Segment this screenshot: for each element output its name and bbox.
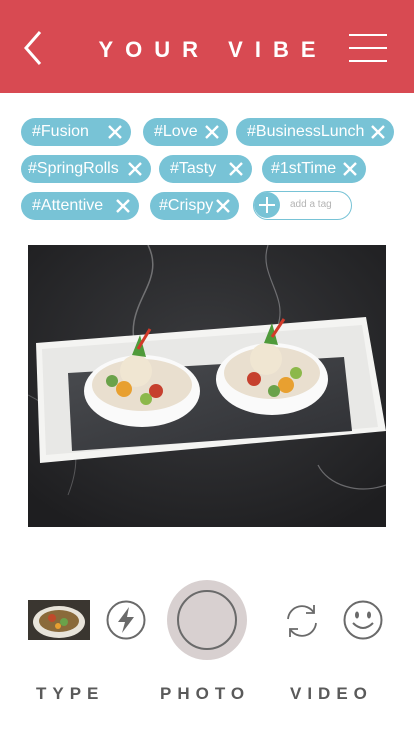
tag-chip[interactable]: #Tasty bbox=[159, 155, 252, 183]
tag-chip[interactable]: #Attentive bbox=[21, 192, 139, 220]
close-icon[interactable] bbox=[369, 123, 387, 141]
tag-label: #1stTime bbox=[271, 160, 337, 177]
tag-label: #Love bbox=[154, 123, 198, 140]
add-tag-field[interactable]: add a tag bbox=[253, 191, 352, 220]
tag-label: #SpringRolls bbox=[28, 160, 119, 177]
close-icon[interactable] bbox=[106, 123, 124, 141]
tag-label: #Fusion bbox=[32, 123, 89, 140]
close-icon[interactable] bbox=[227, 160, 245, 178]
shutter-button[interactable] bbox=[167, 580, 247, 660]
close-icon[interactable] bbox=[203, 123, 221, 141]
flash-icon bbox=[106, 600, 146, 640]
tag-label: #BusinessLunch bbox=[247, 123, 365, 140]
tag-chip[interactable]: #Love bbox=[143, 118, 228, 146]
smiley-icon bbox=[343, 600, 383, 640]
emoji-button[interactable] bbox=[342, 599, 384, 641]
tag-chip[interactable]: #1stTime bbox=[262, 155, 366, 183]
tag-label: #Attentive bbox=[32, 197, 104, 214]
food-photo bbox=[28, 245, 386, 527]
mode-photo[interactable]: PHOTO bbox=[160, 684, 250, 704]
shutter-ring bbox=[177, 590, 237, 650]
tag-label: #Crispy bbox=[159, 197, 214, 214]
close-icon[interactable] bbox=[214, 197, 232, 215]
gallery-thumbnail-image bbox=[28, 600, 90, 640]
close-icon[interactable] bbox=[114, 197, 132, 215]
food-photo-image bbox=[28, 245, 386, 527]
tag-chip[interactable]: #Fusion bbox=[21, 118, 131, 146]
camera-controls bbox=[0, 575, 414, 675]
tag-chip[interactable]: #SpringRolls bbox=[21, 155, 151, 183]
flash-button[interactable] bbox=[105, 599, 147, 641]
close-icon[interactable] bbox=[126, 160, 144, 178]
switch-camera-icon bbox=[287, 605, 317, 637]
plus-icon[interactable] bbox=[254, 192, 280, 218]
tag-chip[interactable]: #Crispy bbox=[150, 192, 239, 220]
tag-label: #Tasty bbox=[170, 160, 217, 177]
close-icon[interactable] bbox=[341, 160, 359, 178]
mode-type[interactable]: TYPE bbox=[36, 684, 104, 704]
tag-chip[interactable]: #BusinessLunch bbox=[236, 118, 394, 146]
add-tag-placeholder: add a tag bbox=[290, 199, 332, 210]
tag-list: #Fusion #Love #BusinessLunch #SpringRoll… bbox=[0, 0, 414, 230]
mode-video[interactable]: VIDEO bbox=[290, 684, 373, 704]
gallery-thumbnail[interactable] bbox=[28, 600, 90, 640]
switch-camera-button[interactable] bbox=[280, 599, 324, 643]
